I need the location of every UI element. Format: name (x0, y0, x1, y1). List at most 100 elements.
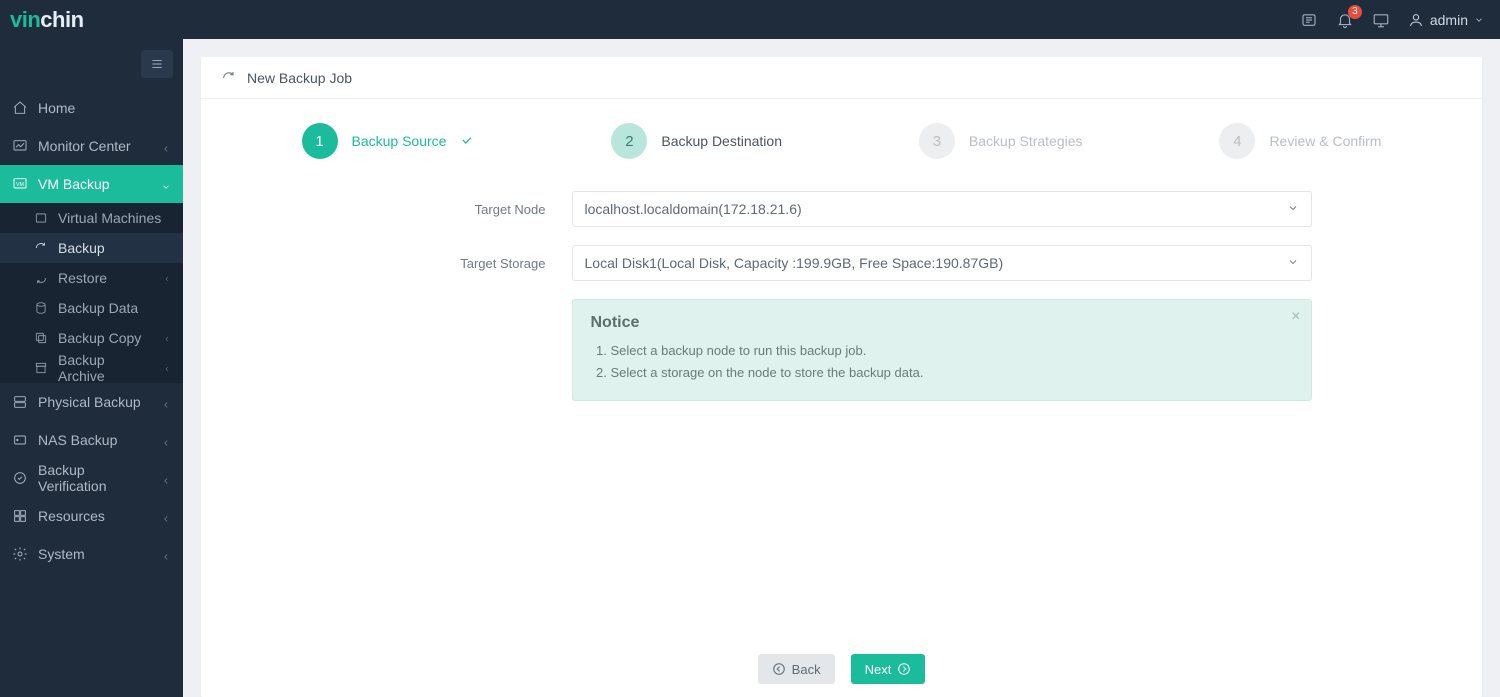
next-button[interactable]: Next (851, 654, 926, 684)
chevron-left-icon (161, 473, 171, 483)
subitem-label: Backup Copy (58, 330, 141, 346)
step-label: Backup Destination (661, 133, 782, 149)
vm-list-icon (34, 211, 48, 225)
chevron-down-icon (1474, 15, 1484, 25)
sidebar-item-label: Monitor Center (38, 138, 151, 154)
sidebar-item-system[interactable]: System (0, 535, 183, 573)
close-icon[interactable]: × (1291, 308, 1300, 326)
data-icon (34, 301, 48, 315)
label-target-node: Target Node (372, 202, 572, 217)
user-label: admin (1430, 12, 1468, 28)
sidebar-item-label: Backup Verification (38, 462, 151, 494)
user-icon (1408, 12, 1424, 28)
log-icon[interactable] (1300, 11, 1318, 29)
restore-icon (34, 271, 48, 285)
sidebar-item-physical-backup[interactable]: Physical Backup (0, 383, 183, 421)
sidebar-item-resources[interactable]: Resources (0, 497, 183, 535)
notice-title: Notice (591, 314, 1293, 332)
page-title: New Backup Job (247, 70, 352, 86)
chevron-left-icon (163, 270, 171, 286)
monitor-icon[interactable] (1372, 11, 1390, 29)
sidebar-item-backup-verification[interactable]: Backup Verification (0, 459, 183, 497)
copy-icon (34, 331, 48, 345)
subitem-backup[interactable]: Backup (0, 233, 183, 263)
chevron-down-icon (1287, 201, 1299, 217)
server-icon (12, 394, 28, 410)
sidebar-item-monitor-center[interactable]: Monitor Center (0, 127, 183, 165)
sidebar-item-label: VM Backup (38, 176, 151, 192)
sidebar: Home Monitor Center VM VM Backup Virtual… (0, 39, 183, 697)
subitem-restore[interactable]: Restore (0, 263, 183, 293)
form-area: Target Node localhost.localdomain(172.18… (372, 191, 1312, 401)
step-label: Review & Confirm (1269, 133, 1381, 149)
step-3[interactable]: 3 Backup Strategies (919, 123, 1083, 159)
subitem-backup-copy[interactable]: Backup Copy (0, 323, 183, 353)
subitem-backup-data[interactable]: Backup Data (0, 293, 183, 323)
user-menu[interactable]: admin (1408, 12, 1484, 28)
sidebar-toggle-row (0, 39, 183, 89)
step-label: Backup Strategies (969, 133, 1083, 149)
chevron-left-icon (161, 141, 171, 151)
select-value: localhost.localdomain(172.18.21.6) (585, 201, 802, 217)
select-value: Local Disk1(Local Disk, Capacity :199.9G… (585, 255, 1004, 271)
sidebar-item-label: Resources (38, 508, 151, 524)
notice-line: Select a storage on the node to store th… (611, 362, 1293, 384)
subitem-label: Backup Data (58, 300, 138, 316)
subitem-label: Backup Archive (58, 352, 153, 384)
sidebar-item-home[interactable]: Home (0, 89, 183, 127)
step-2[interactable]: 2 Backup Destination (611, 123, 782, 159)
chevron-left-icon (163, 330, 171, 346)
monitor-center-icon (12, 138, 28, 154)
row-target-node: Target Node localhost.localdomain(172.18… (372, 191, 1312, 227)
wizard-steps: 1 Backup Source 2 Backup Destination 3 B… (242, 123, 1442, 159)
back-button[interactable]: Back (758, 654, 835, 684)
arrow-left-icon (772, 662, 786, 676)
subitem-virtual-machines[interactable]: Virtual Machines (0, 203, 183, 233)
home-icon (12, 100, 28, 116)
arrow-right-icon (897, 662, 911, 676)
select-target-node[interactable]: localhost.localdomain(172.18.21.6) (572, 191, 1312, 227)
notice-line: Select a backup node to run this backup … (611, 340, 1293, 362)
bell-icon[interactable]: 3 (1336, 11, 1354, 29)
chevron-down-icon (1287, 255, 1299, 271)
verify-icon (12, 470, 28, 486)
panel-footer: Back Next (201, 641, 1482, 697)
chevron-left-icon (161, 549, 171, 559)
step-4[interactable]: 4 Review & Confirm (1219, 123, 1381, 159)
main-area: New Backup Job 1 Backup Source 2 Backup … (183, 39, 1500, 697)
chevron-down-icon (161, 179, 171, 189)
subitem-backup-archive[interactable]: Backup Archive (0, 353, 183, 383)
chevron-left-icon (161, 511, 171, 521)
refresh-icon (221, 70, 237, 86)
brand-accent: vin (10, 7, 40, 33)
brand-logo: vinchin (10, 7, 84, 33)
button-label: Back (792, 662, 821, 677)
notification-badge: 3 (1348, 5, 1362, 19)
button-label: Next (865, 662, 892, 677)
select-target-storage[interactable]: Local Disk1(Local Disk, Capacity :199.9G… (572, 245, 1312, 281)
hamburger-button[interactable] (141, 50, 173, 78)
chevron-left-icon (161, 435, 171, 445)
sidebar-item-nas-backup[interactable]: NAS Backup (0, 421, 183, 459)
archive-icon (34, 361, 48, 375)
chevron-left-icon (163, 360, 171, 376)
vm-backup-submenu: Virtual Machines Backup Restore Backup D… (0, 203, 183, 383)
step-1[interactable]: 1 Backup Source (302, 123, 475, 159)
resources-icon (12, 508, 28, 524)
notice-list: Select a backup node to run this backup … (591, 340, 1293, 384)
content-panel: New Backup Job 1 Backup Source 2 Backup … (201, 57, 1482, 697)
label-target-storage: Target Storage (372, 256, 572, 271)
svg-text:VM: VM (16, 182, 24, 188)
step-number: 4 (1219, 123, 1255, 159)
panel-body: 1 Backup Source 2 Backup Destination 3 B… (201, 99, 1482, 641)
topbar-right: 3 admin (1300, 11, 1484, 29)
row-target-storage: Target Storage Local Disk1(Local Disk, C… (372, 245, 1312, 281)
step-number: 2 (611, 123, 647, 159)
panel-header: New Backup Job (201, 57, 1482, 99)
step-number: 3 (919, 123, 955, 159)
sidebar-item-label: Physical Backup (38, 394, 151, 410)
sidebar-item-vm-backup[interactable]: VM VM Backup (0, 165, 183, 203)
sidebar-item-label: Home (38, 100, 171, 116)
check-icon (460, 133, 474, 150)
refresh-icon (34, 241, 48, 255)
